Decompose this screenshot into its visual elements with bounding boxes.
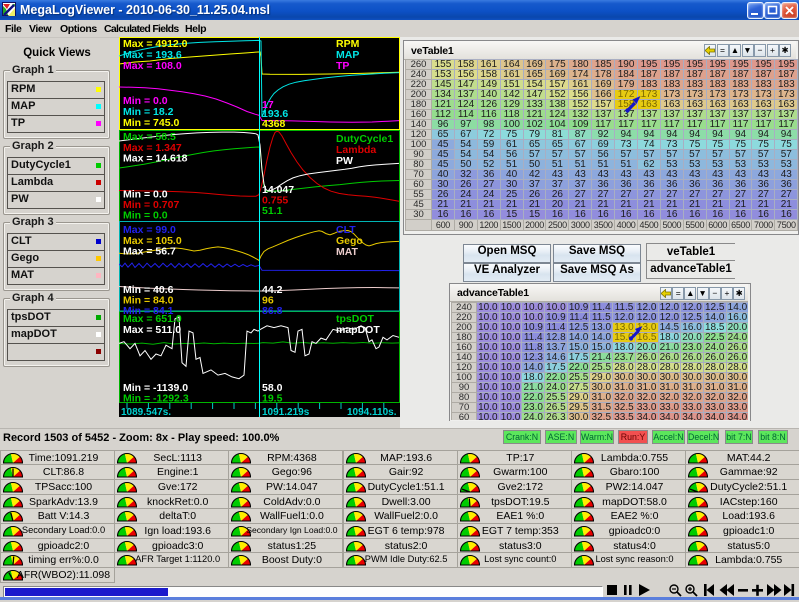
svg-text:MAT: MAT <box>336 246 359 258</box>
svg-text:19.5: 19.5 <box>262 393 283 405</box>
svg-text:Max = 56.7: Max = 56.7 <box>123 246 176 258</box>
svg-text:51.1: 51.1 <box>262 205 283 217</box>
svg-text:Max = 511.0: Max = 511.0 <box>123 324 181 336</box>
svg-text:PW: PW <box>336 155 353 167</box>
svg-text:mapDOT: mapDOT <box>336 324 380 336</box>
svg-text:Min = 0.0: Min = 0.0 <box>123 210 168 222</box>
svg-text:4368: 4368 <box>262 118 286 130</box>
svg-text:1089.547s.: 1089.547s. <box>121 407 171 417</box>
svg-text:1091.219s: 1091.219s <box>262 407 310 417</box>
svg-text:Max = 14.618: Max = 14.618 <box>123 153 188 165</box>
svg-text:1094.110s.: 1094.110s. <box>347 407 397 417</box>
svg-text:Min = 745.0: Min = 745.0 <box>123 117 179 129</box>
svg-text:Min = -1292.3: Min = -1292.3 <box>123 393 189 405</box>
svg-text:86.8: 86.8 <box>262 305 283 317</box>
svg-text:TP: TP <box>336 60 349 72</box>
svg-text:Max = 108.0: Max = 108.0 <box>123 60 182 72</box>
